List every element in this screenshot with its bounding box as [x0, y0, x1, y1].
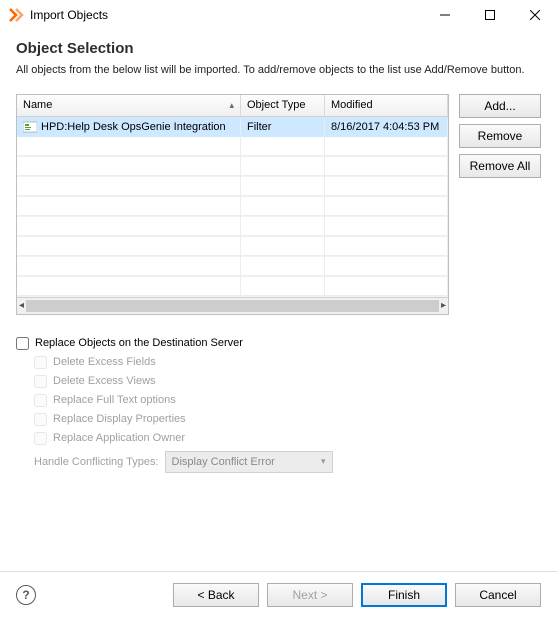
scroll-left-icon[interactable]: ◂: [19, 300, 24, 311]
column-header-name-label: Name: [23, 99, 52, 111]
replace-display-checkbox: Replace Display Properties: [34, 413, 541, 426]
minimize-button[interactable]: [422, 0, 467, 30]
replace-fulltext-input: [34, 394, 47, 407]
handle-conflict-label: Handle Conflicting Types:: [34, 456, 159, 468]
table-row: [17, 217, 448, 237]
delete-excess-fields-checkbox: Delete Excess Fields: [34, 356, 541, 369]
table-row: [17, 237, 448, 257]
add-button[interactable]: Add...: [459, 94, 541, 118]
replace-owner-checkbox: Replace Application Owner: [34, 432, 541, 445]
column-header-type[interactable]: Object Type: [241, 95, 325, 116]
window-title: Import Objects: [30, 8, 422, 22]
finish-button[interactable]: Finish: [361, 583, 447, 607]
table-row: [17, 157, 448, 177]
scrollbar-thumb[interactable]: [26, 300, 439, 312]
delete-excess-fields-input: [34, 356, 47, 369]
replace-objects-input[interactable]: [16, 337, 29, 350]
replace-objects-label: Replace Objects on the Destination Serve…: [35, 337, 243, 349]
app-logo-icon: [8, 7, 24, 23]
title-bar: Import Objects: [0, 0, 557, 30]
close-button[interactable]: [512, 0, 557, 30]
replace-display-input: [34, 413, 47, 426]
replace-fulltext-checkbox: Replace Full Text options: [34, 394, 541, 407]
column-header-name[interactable]: Name ▴: [17, 95, 241, 116]
page-heading: Object Selection: [16, 40, 541, 57]
scroll-right-icon[interactable]: ▸: [441, 300, 446, 311]
help-icon: ?: [22, 588, 29, 602]
replace-owner-input: [34, 432, 47, 445]
horizontal-scrollbar[interactable]: ◂ ▸: [17, 297, 448, 314]
cancel-button[interactable]: Cancel: [455, 583, 541, 607]
sort-asc-icon: ▴: [229, 100, 234, 111]
back-button[interactable]: < Back: [173, 583, 259, 607]
help-button[interactable]: ?: [16, 585, 36, 605]
maximize-button[interactable]: [467, 0, 512, 30]
delete-excess-views-checkbox: Delete Excess Views: [34, 375, 541, 388]
delete-excess-views-input: [34, 375, 47, 388]
row-type: Filter: [241, 119, 325, 135]
row-name: HPD:Help Desk OpsGenie Integration: [41, 121, 226, 133]
objects-table: Name ▴ Object Type Modified HPD:Help Des…: [16, 94, 449, 315]
next-button: Next >: [267, 583, 353, 607]
filter-object-icon: [23, 121, 37, 133]
table-row: [17, 177, 448, 197]
chevron-down-icon: ▾: [321, 456, 326, 467]
column-header-modified[interactable]: Modified: [325, 95, 448, 116]
table-row: [17, 257, 448, 277]
table-row: [17, 137, 448, 157]
table-row: [17, 197, 448, 217]
remove-all-button[interactable]: Remove All: [459, 154, 541, 178]
table-row[interactable]: HPD:Help Desk OpsGenie Integration Filte…: [17, 117, 448, 137]
table-row: [17, 277, 448, 297]
handle-conflict-value: Display Conflict Error: [172, 456, 275, 468]
handle-conflict-select: Display Conflict Error ▾: [165, 451, 333, 473]
page-description: All objects from the below list will be …: [16, 63, 541, 78]
row-modified: 8/16/2017 4:04:53 PM: [325, 119, 448, 135]
remove-button[interactable]: Remove: [459, 124, 541, 148]
replace-objects-checkbox[interactable]: Replace Objects on the Destination Serve…: [16, 337, 541, 350]
